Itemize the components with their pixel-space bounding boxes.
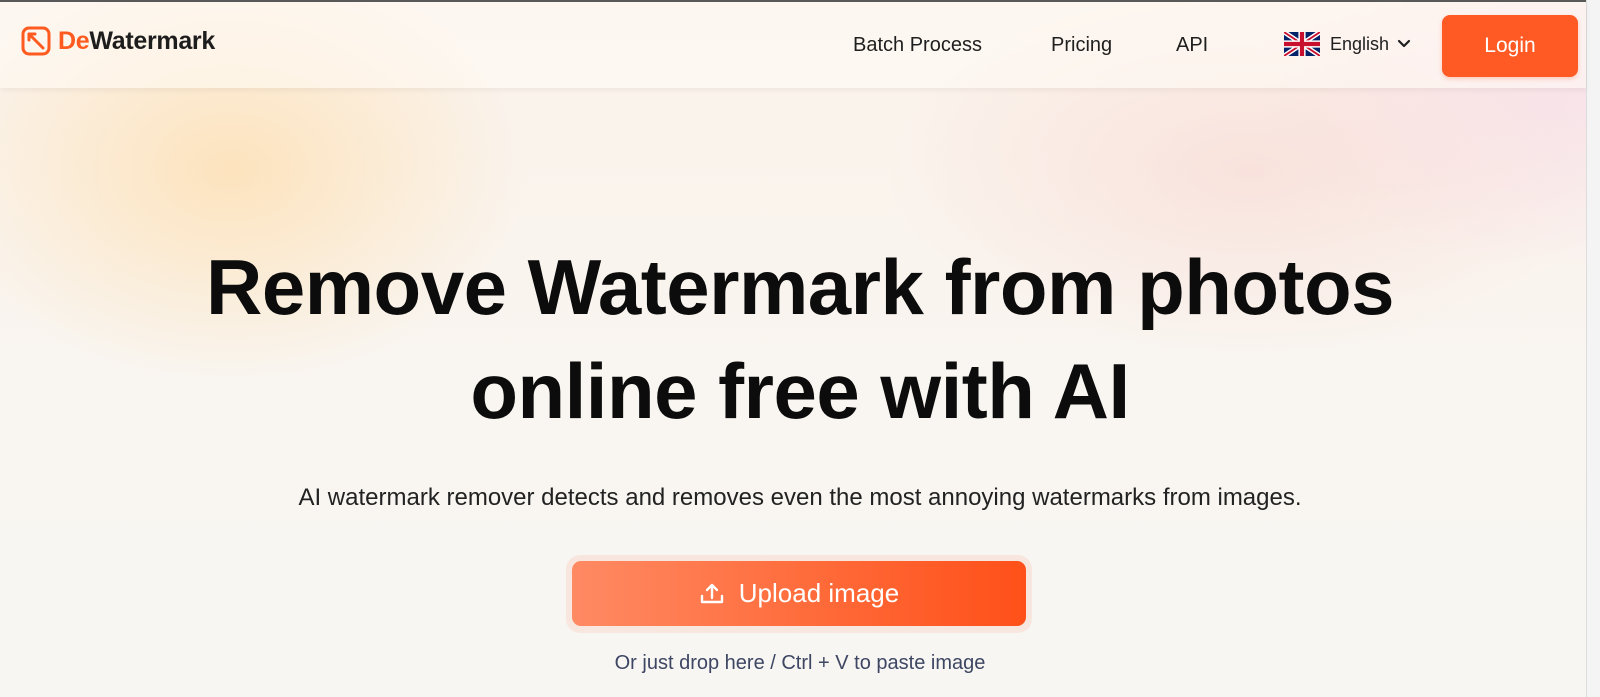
nav-api[interactable]: API <box>1176 34 1208 57</box>
site-header: DeWatermark Batch Process Pricing API En… <box>0 2 1586 88</box>
language-label: English <box>1330 33 1390 54</box>
page-title: Remove Watermark from photos online free… <box>205 243 1395 435</box>
drop-hint: Or just drop here / Ctrl + V to paste im… <box>614 652 986 674</box>
logo-icon <box>21 26 51 56</box>
language-selector[interactable]: English <box>1284 32 1411 56</box>
upload-button-label: Upload image <box>738 578 900 608</box>
logo-text: DeWatermark <box>58 26 215 55</box>
scrollbar[interactable] <box>1586 0 1600 697</box>
login-button[interactable]: Login <box>1442 15 1578 77</box>
nav-batch-process[interactable]: Batch Process <box>853 34 982 57</box>
hero-subtitle: AI watermark remover detects and removes… <box>298 484 1302 511</box>
uk-flag-icon <box>1284 32 1320 56</box>
upload-icon <box>700 583 723 603</box>
nav-pricing[interactable]: Pricing <box>1051 34 1112 57</box>
upload-image-button[interactable]: Upload image <box>572 561 1026 626</box>
chevron-down-icon <box>1397 39 1411 48</box>
logo[interactable]: DeWatermark <box>21 26 215 56</box>
